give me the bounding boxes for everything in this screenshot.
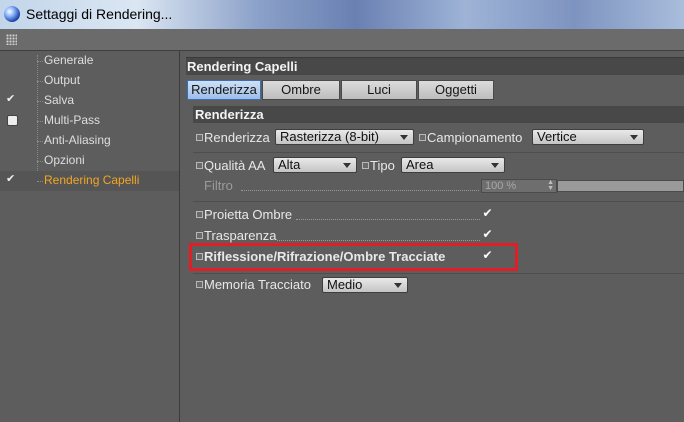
- qualita-label: Qualità AA: [204, 158, 266, 173]
- chevron-down-icon: [630, 135, 638, 140]
- qualita-select[interactable]: Alta: [273, 157, 357, 173]
- sidebar-item-multi-pass[interactable]: Multi-Pass: [0, 111, 179, 131]
- animate-bullet-icon[interactable]: [196, 253, 203, 260]
- trasparenza-checkbox[interactable]: ✔: [482, 228, 493, 240]
- qualita-value: Alta: [278, 157, 301, 172]
- sidebar-item-rendering-capelli[interactable]: ✔ Rendering Capelli: [0, 171, 179, 191]
- filtro-slider[interactable]: [557, 180, 684, 192]
- riflessione-label: Riflessione/Rifrazione/Ombre Tracciate: [204, 249, 446, 264]
- animate-bullet-icon[interactable]: [196, 134, 203, 141]
- sidebar-item-label: Generale: [44, 53, 94, 67]
- sidebar-item-label: Opzioni: [44, 153, 85, 167]
- toolbar: [0, 29, 684, 51]
- sidebar-item-label: Anti-Aliasing: [44, 133, 111, 147]
- divider: [193, 152, 684, 153]
- campionamento-label: Campionamento: [427, 130, 523, 145]
- tree-branch: [37, 81, 43, 82]
- animate-bullet-icon[interactable]: [196, 211, 203, 218]
- animate-bullet-icon[interactable]: [196, 232, 203, 239]
- renderizza-select[interactable]: Rasterizza (8-bit): [275, 129, 414, 145]
- sidebar-item-opzioni[interactable]: Opzioni: [0, 151, 179, 171]
- leader-dots: [277, 240, 480, 241]
- sidebar-item-salva[interactable]: ✔ Salva: [0, 91, 179, 111]
- memoria-select[interactable]: Medio: [322, 277, 408, 293]
- filtro-label: Filtro: [204, 178, 233, 193]
- tipo-label: Tipo: [370, 158, 395, 173]
- sidebar-item-label: Multi-Pass: [44, 113, 101, 127]
- animate-bullet-icon[interactable]: [419, 134, 426, 141]
- enable-checkmark-icon[interactable]: ✔: [6, 94, 17, 105]
- tree-branch: [37, 181, 43, 182]
- renderizza-value: Rasterizza (8-bit): [280, 129, 379, 144]
- sidebar-item-generale[interactable]: Generale: [0, 51, 179, 71]
- tree-branch: [37, 141, 43, 142]
- app-logo-icon: [4, 6, 20, 22]
- chevron-down-icon: [491, 163, 499, 168]
- tab-ombre[interactable]: Ombre: [262, 80, 340, 100]
- sidebar-item-anti-aliasing[interactable]: Anti-Aliasing: [0, 131, 179, 151]
- tree-branch: [37, 121, 43, 122]
- proietta-ombre-checkbox[interactable]: ✔: [482, 207, 493, 219]
- campionamento-select[interactable]: Vertice: [532, 129, 644, 145]
- subsection-title: Renderizza: [193, 106, 684, 123]
- sidebar-item-output[interactable]: Output: [0, 71, 179, 91]
- animate-bullet-icon[interactable]: [362, 162, 369, 169]
- spinner-arrows-icon[interactable]: ▲ ▼: [547, 179, 554, 192]
- tipo-value: Area: [406, 157, 434, 172]
- chevron-down-icon: [394, 283, 402, 288]
- tab-luci[interactable]: Luci: [341, 80, 417, 100]
- divider: [193, 201, 684, 202]
- chevron-down-icon: [343, 163, 351, 168]
- renderizza-label: Renderizza: [204, 130, 270, 145]
- riflessione-checkbox[interactable]: ✔: [482, 249, 493, 261]
- chevron-down-icon: [400, 135, 408, 140]
- tab-oggetti[interactable]: Oggetti: [418, 80, 494, 100]
- settings-sidebar: Generale Output ✔ Salva Multi-Pass Anti-…: [0, 51, 180, 422]
- animate-bullet-icon[interactable]: [196, 281, 203, 288]
- filtro-input[interactable]: 100 % ▲ ▼: [481, 179, 557, 193]
- campionamento-value: Vertice: [537, 129, 577, 144]
- enable-checkmark-icon[interactable]: ✔: [6, 174, 17, 185]
- tab-renderizza[interactable]: Renderizza: [187, 80, 261, 100]
- tree-branch: [37, 101, 43, 102]
- window-title: Settaggi di Rendering...: [26, 6, 173, 22]
- leader-dots: [241, 190, 479, 191]
- animate-bullet-icon[interactable]: [196, 162, 203, 169]
- tree-branch: [37, 161, 43, 162]
- settings-panel: Rendering Capelli Renderizza Ombre Luci …: [181, 51, 684, 422]
- leader-dots: [296, 219, 480, 220]
- section-title: Rendering Capelli: [186, 57, 684, 75]
- sidebar-item-label: Output: [44, 73, 81, 87]
- trasparenza-label: Trasparenza: [204, 228, 277, 243]
- divider: [193, 273, 684, 274]
- tree-branch: [37, 61, 43, 62]
- grip-icon[interactable]: [6, 34, 17, 45]
- sidebar-item-label: Salva: [44, 93, 75, 107]
- window-titlebar[interactable]: Settaggi di Rendering...: [0, 0, 684, 29]
- memoria-label: Memoria Tracciato: [204, 277, 311, 292]
- memoria-value: Medio: [327, 277, 363, 292]
- enable-checkbox[interactable]: [7, 115, 18, 126]
- sidebar-item-label: Rendering Capelli: [44, 173, 140, 187]
- tipo-select[interactable]: Area: [401, 157, 505, 173]
- proietta-ombre-label: Proietta Ombre: [204, 207, 293, 222]
- filtro-value: 100 %: [485, 180, 517, 192]
